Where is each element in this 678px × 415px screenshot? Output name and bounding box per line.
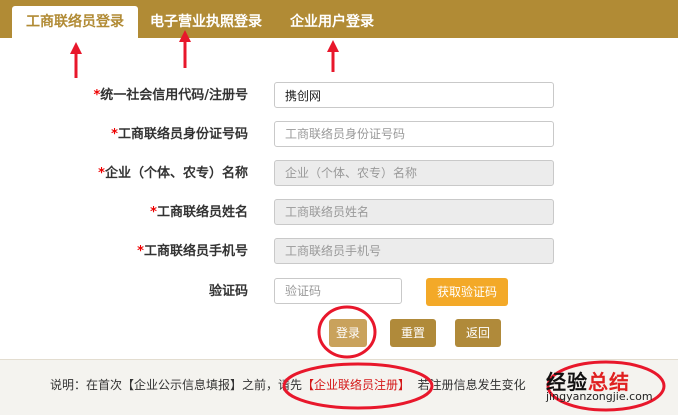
- reset-button[interactable]: 重置: [390, 319, 436, 347]
- login-button[interactable]: 登录: [329, 319, 367, 347]
- get-captcha-button[interactable]: 获取验证码: [426, 278, 508, 306]
- footer-note: 说明：在首次【企业公示信息填报】之前，请先【企业联络员注册】 若注册信息发生变化: [50, 378, 526, 392]
- arrow-up-icon: [70, 42, 82, 78]
- company-name-label: *企业（个体、农专）名称: [98, 166, 248, 181]
- footer-note-bar: 说明：在首次【企业公示信息填报】之前，请先【企业联络员注册】 若注册信息发生变化: [0, 359, 678, 415]
- company-name-input[interactable]: [274, 160, 554, 186]
- company-name-row: *企业（个体、农专）名称: [0, 160, 678, 188]
- liaison-name-input[interactable]: [274, 199, 554, 225]
- liaison-phone-label: *工商联络员手机号: [137, 244, 248, 259]
- credit-code-input[interactable]: [274, 82, 554, 108]
- credit-code-label: *统一社会信用代码/注册号: [93, 88, 248, 103]
- id-number-row: *工商联络员身份证号码: [0, 121, 678, 149]
- tab-liaison-login[interactable]: 工商联络员登录: [12, 6, 138, 38]
- arrow-up-icon: [327, 40, 339, 72]
- liaison-name-row: *工商联络员姓名: [0, 199, 678, 227]
- captcha-label: 验证码: [208, 284, 248, 299]
- captcha-input[interactable]: [274, 278, 402, 304]
- liaison-phone-row: *工商联络员手机号: [0, 238, 678, 266]
- id-number-input[interactable]: [274, 121, 554, 147]
- tab-enterprise-user-login[interactable]: 企业用户登录: [290, 6, 374, 38]
- tab-e-license-login[interactable]: 电子营业执照登录: [150, 6, 262, 38]
- back-button[interactable]: 返回: [455, 319, 501, 347]
- liaison-phone-input[interactable]: [274, 238, 554, 264]
- tab-bar: 工商联络员登录 电子营业执照登录 企业用户登录: [0, 0, 678, 38]
- liaison-name-label: *工商联络员姓名: [150, 205, 248, 220]
- credit-code-row: *统一社会信用代码/注册号: [0, 82, 678, 110]
- id-number-label: *工商联络员身份证号码: [111, 127, 248, 142]
- liaison-register-link[interactable]: 【企业联络员注册】: [302, 378, 410, 392]
- captcha-row: 验证码: [0, 278, 678, 306]
